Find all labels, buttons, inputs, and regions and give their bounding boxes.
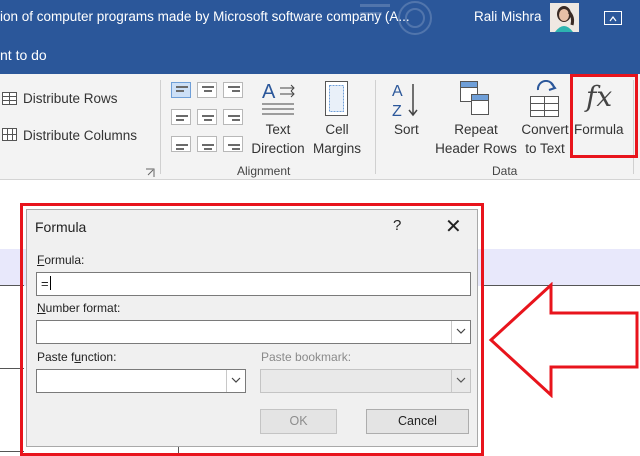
formula-dialog: Formula ? ✕ Formula: = Number format: Pa…: [26, 209, 478, 447]
distribute-rows-icon: [2, 92, 17, 105]
repeat-header-rows-icon: [460, 81, 489, 115]
ok-button: OK: [260, 409, 337, 434]
group-separator: [375, 80, 376, 174]
title-bar: ion of computer programs made by Microso…: [0, 0, 640, 36]
chevron-down-icon: [451, 370, 470, 392]
align-top-left-button[interactable]: [171, 82, 191, 98]
group-separator: [160, 80, 161, 174]
convert-to-text-icon: [530, 80, 559, 117]
cell-margins-icon: [325, 81, 348, 116]
dialog-title: Formula: [35, 219, 87, 235]
sort-icon: A Z: [392, 83, 418, 120]
svg-text:A: A: [392, 83, 403, 100]
text-direction-icon: A: [262, 81, 295, 115]
convert-to-text-button[interactable]: Convert to Text: [515, 120, 575, 158]
paste-function-dropdown[interactable]: [36, 369, 246, 393]
align-bottom-center-button[interactable]: [197, 136, 217, 152]
align-bottom-left-button[interactable]: [171, 136, 191, 152]
cell-margins-button[interactable]: Cell Margins: [305, 120, 369, 158]
alignment-group-label: Alignment: [237, 164, 291, 178]
help-button[interactable]: ?: [393, 217, 401, 234]
convert-label-1: Convert: [521, 122, 569, 137]
document-title: ion of computer programs made by Microso…: [0, 9, 410, 24]
text-cursor: [49, 276, 52, 290]
tell-me-text[interactable]: nt to do: [0, 47, 47, 63]
arrow-annotation: [488, 282, 639, 398]
tell-me-bar[interactable]: nt to do: [0, 36, 640, 74]
paste-function-label: Paste function:: [37, 350, 117, 364]
align-center-left-button[interactable]: [171, 109, 191, 125]
text-direction-button[interactable]: Text Direction: [248, 120, 308, 158]
formula-label: Formula:: [37, 253, 85, 267]
ribbon: Distribute Rows Distribute Columns A Tex…: [0, 74, 640, 180]
svg-text:Z: Z: [392, 103, 402, 120]
paste-bookmark-label: Paste bookmark:: [261, 350, 352, 364]
chevron-down-icon[interactable]: [451, 321, 470, 343]
repeat-header-label-2: Header Rows: [435, 141, 517, 156]
repeat-header-rows-button[interactable]: Repeat Header Rows: [430, 120, 522, 158]
repeat-header-label-1: Repeat: [454, 122, 498, 137]
number-format-label: Number format:: [37, 301, 121, 315]
distribute-columns-icon: [2, 128, 17, 141]
avatar[interactable]: [550, 3, 579, 32]
formula-input-value: =: [41, 276, 49, 291]
cell-margins-label-2: Margins: [312, 141, 361, 156]
avatar-image: [550, 3, 579, 32]
cancel-button[interactable]: Cancel: [366, 409, 469, 434]
text-direction-label-2: Direction: [251, 141, 305, 156]
align-center-right-button[interactable]: [223, 109, 243, 125]
distribute-columns-button[interactable]: Distribute Columns: [23, 128, 137, 143]
svg-text:A: A: [262, 81, 276, 103]
cell-margins-label-1: Cell: [325, 122, 349, 137]
data-group-label: Data: [492, 164, 518, 178]
text-direction-label-1: Text: [265, 122, 291, 137]
close-icon[interactable]: ✕: [445, 214, 462, 239]
ribbon-display-options-icon[interactable]: [604, 11, 622, 25]
distribute-rows-button[interactable]: Distribute Rows: [23, 91, 118, 106]
convert-label-2: to Text: [525, 141, 565, 156]
sort-button[interactable]: Sort: [394, 122, 419, 137]
formula-highlight-box: [570, 74, 638, 158]
align-top-center-button[interactable]: [197, 82, 217, 98]
align-center-button[interactable]: [197, 109, 217, 125]
align-top-right-button[interactable]: [223, 82, 243, 98]
align-bottom-right-button[interactable]: [223, 136, 243, 152]
dialog-launcher-icon[interactable]: [145, 168, 155, 178]
paste-bookmark-dropdown: [260, 369, 471, 393]
user-name[interactable]: Rali Mishra: [474, 9, 542, 24]
number-format-dropdown[interactable]: [36, 320, 471, 344]
formula-input[interactable]: =: [36, 272, 471, 296]
chevron-down-icon[interactable]: [226, 370, 245, 392]
